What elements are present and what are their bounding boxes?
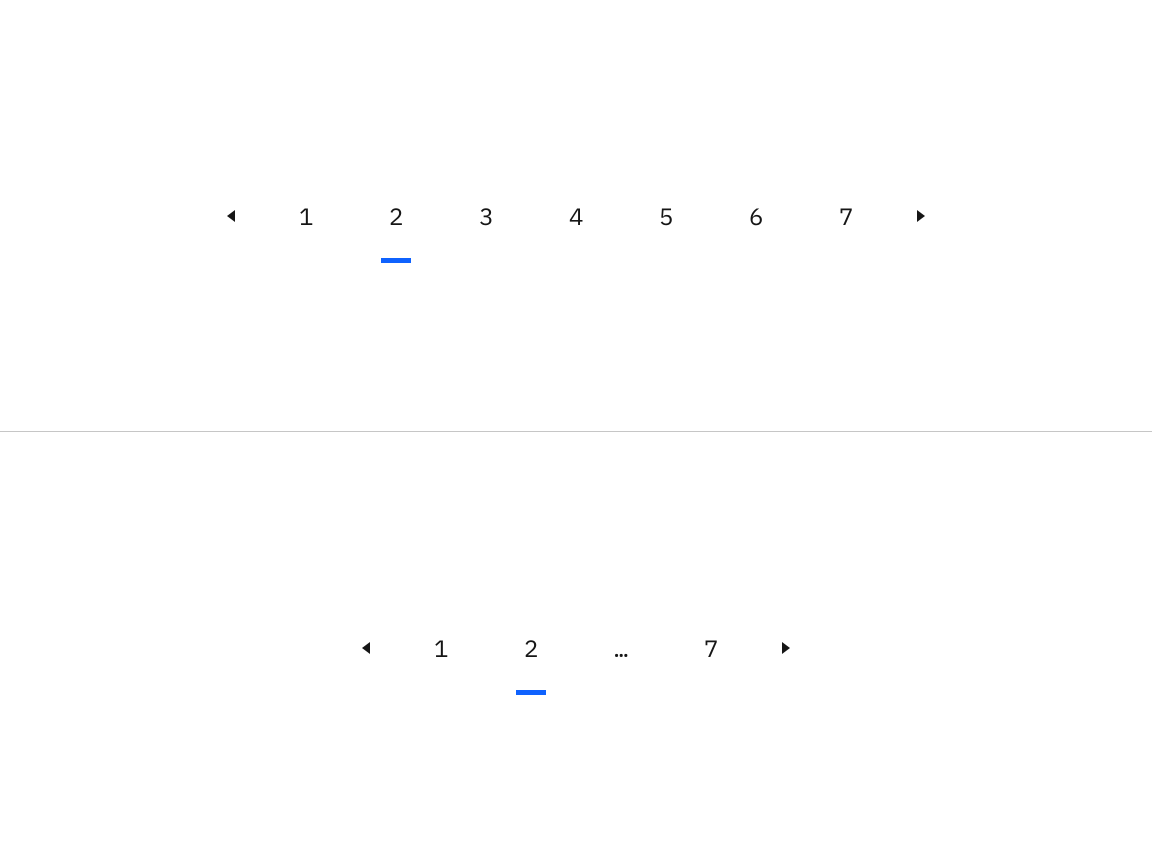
page-label: 7 [839, 200, 853, 232]
page-button-1[interactable]: 1 [261, 171, 351, 261]
page-button-7[interactable]: 7 [801, 171, 891, 261]
pagination-truncated: 1 2 … 7 [336, 603, 816, 693]
page-label: 4 [569, 200, 583, 232]
page-button-4[interactable]: 4 [531, 171, 621, 261]
ellipsis-label: … [614, 632, 628, 664]
page-label: 2 [524, 632, 538, 664]
page-label: 3 [479, 200, 493, 232]
caret-right-icon [782, 642, 790, 654]
page-button-1[interactable]: 1 [396, 603, 486, 693]
prev-button[interactable] [336, 603, 396, 693]
page-button-6[interactable]: 6 [711, 171, 801, 261]
next-button[interactable] [756, 603, 816, 693]
page-label: 1 [434, 632, 448, 664]
pagination-full-section: 1 2 3 4 5 6 7 [0, 0, 1152, 432]
caret-right-icon [917, 210, 925, 222]
page-label: 5 [659, 200, 673, 232]
active-indicator [381, 258, 411, 263]
page-label: 1 [299, 200, 313, 232]
page-button-5[interactable]: 5 [621, 171, 711, 261]
page-ellipsis: … [576, 603, 666, 693]
page-button-2[interactable]: 2 [351, 171, 441, 261]
page-label: 7 [704, 632, 718, 664]
pagination-truncated-section: 1 2 … 7 [0, 432, 1152, 864]
caret-left-icon [362, 642, 370, 654]
pagination-full: 1 2 3 4 5 6 7 [201, 171, 951, 261]
page-button-7[interactable]: 7 [666, 603, 756, 693]
page-label: 2 [389, 200, 403, 232]
page-label: 6 [749, 200, 763, 232]
next-button[interactable] [891, 171, 951, 261]
page-button-2[interactable]: 2 [486, 603, 576, 693]
active-indicator [516, 690, 546, 695]
prev-button[interactable] [201, 171, 261, 261]
caret-left-icon [227, 210, 235, 222]
page-button-3[interactable]: 3 [441, 171, 531, 261]
